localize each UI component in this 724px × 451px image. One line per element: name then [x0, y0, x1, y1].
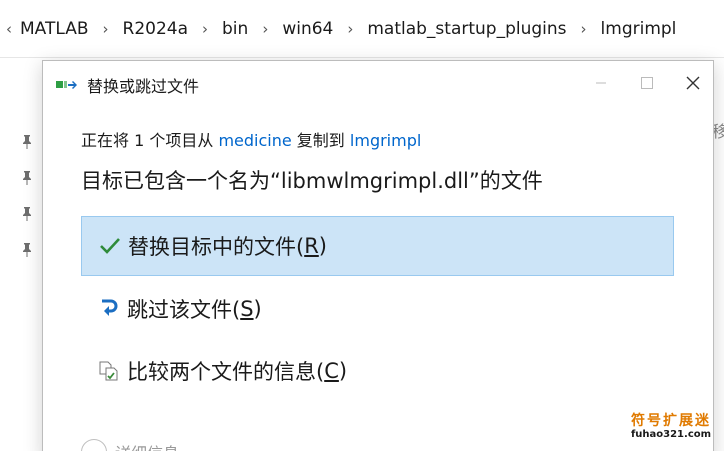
address-breadcrumb: ‹ MATLAB › R2024a › bin › win64 › matlab… — [0, 0, 724, 58]
conflict-headline: 目标已包含一个名为“libmwlmgrimpl.dll”的文件 — [81, 169, 543, 193]
breadcrumb-item[interactable]: MATLAB — [20, 19, 89, 39]
replace-file-option[interactable]: 替换目标中的文件(R) — [81, 216, 674, 276]
chevron-right-icon: › — [262, 19, 269, 38]
details-toggle[interactable]: 详细信息 — [81, 439, 179, 451]
compare-files-hotkey: C — [324, 359, 339, 383]
compare-files-label: 比较两个文件的信息( — [127, 360, 325, 384]
compare-files-label-end: ) — [338, 359, 348, 383]
screen: ‹ MATLAB › R2024a › bin › win64 › matlab… — [0, 0, 724, 451]
copy-to-text: 复制到 — [291, 131, 350, 150]
close-icon — [686, 76, 700, 90]
minimize-icon — [596, 82, 606, 84]
checkmark-icon — [98, 234, 122, 258]
breadcrumb-item[interactable]: matlab_startup_plugins — [367, 19, 566, 39]
dialog-title: 替换或跳过文件 — [87, 77, 200, 96]
breadcrumb-item[interactable]: win64 — [282, 19, 333, 39]
skip-file-hotkey: S — [240, 297, 254, 321]
close-button[interactable] — [670, 61, 716, 105]
dialog-titlebar[interactable]: 替换或跳过文件 — [43, 61, 713, 107]
replace-or-skip-dialog: 替换或跳过文件 正在将 1 个项目从 medicine 复制到 lmgrimpl… — [42, 60, 714, 451]
skip-file-label-end: ) — [253, 297, 262, 321]
watermark-title: 符号扩展迷 — [631, 413, 711, 429]
replace-file-label-end: ) — [318, 234, 327, 258]
destination-folder-link[interactable]: lmgrimpl — [350, 131, 421, 150]
pin-icon[interactable] — [20, 206, 34, 222]
expand-details-icon — [81, 439, 107, 451]
replace-file-hotkey: R — [304, 234, 319, 258]
watermark-url: fuhao321.com — [630, 429, 712, 441]
breadcrumb-item[interactable]: R2024a — [123, 19, 189, 39]
pin-icon[interactable] — [20, 170, 34, 186]
chevron-right-icon: › — [580, 19, 587, 38]
pin-icon[interactable] — [20, 242, 34, 258]
skip-arrow-icon — [97, 297, 121, 321]
compare-files-icon — [97, 359, 121, 383]
compare-files-option[interactable]: 比较两个文件的信息(C) — [81, 341, 674, 401]
source-folder-link[interactable]: medicine — [218, 131, 291, 150]
skip-file-option[interactable]: 跳过该文件(S) — [81, 279, 674, 339]
maximize-button[interactable] — [624, 61, 670, 105]
breadcrumb-item[interactable]: bin — [222, 19, 248, 39]
pin-icon[interactable] — [20, 134, 34, 150]
minimize-button[interactable] — [578, 61, 624, 105]
chevron-right-icon: › — [102, 19, 109, 38]
copy-prefix-text: 正在将 1 个项目从 — [81, 131, 219, 150]
replace-file-label: 替换目标中的文件( — [128, 235, 305, 259]
chevron-left-icon[interactable]: ‹ — [6, 20, 12, 38]
copy-status-line: 正在将 1 个项目从 medicine 复制到 lmgrimpl — [81, 127, 421, 151]
skip-file-label: 跳过该文件( — [127, 298, 241, 322]
maximize-icon — [641, 77, 653, 89]
breadcrumb-item[interactable]: lmgrimpl — [601, 19, 677, 39]
file-transfer-icon — [56, 81, 77, 89]
details-label: 详细信息 — [115, 440, 179, 451]
chevron-right-icon: › — [347, 19, 354, 38]
chevron-right-icon: › — [202, 19, 209, 38]
watermark: 符号扩展迷 fuhao321.com — [626, 413, 716, 441]
